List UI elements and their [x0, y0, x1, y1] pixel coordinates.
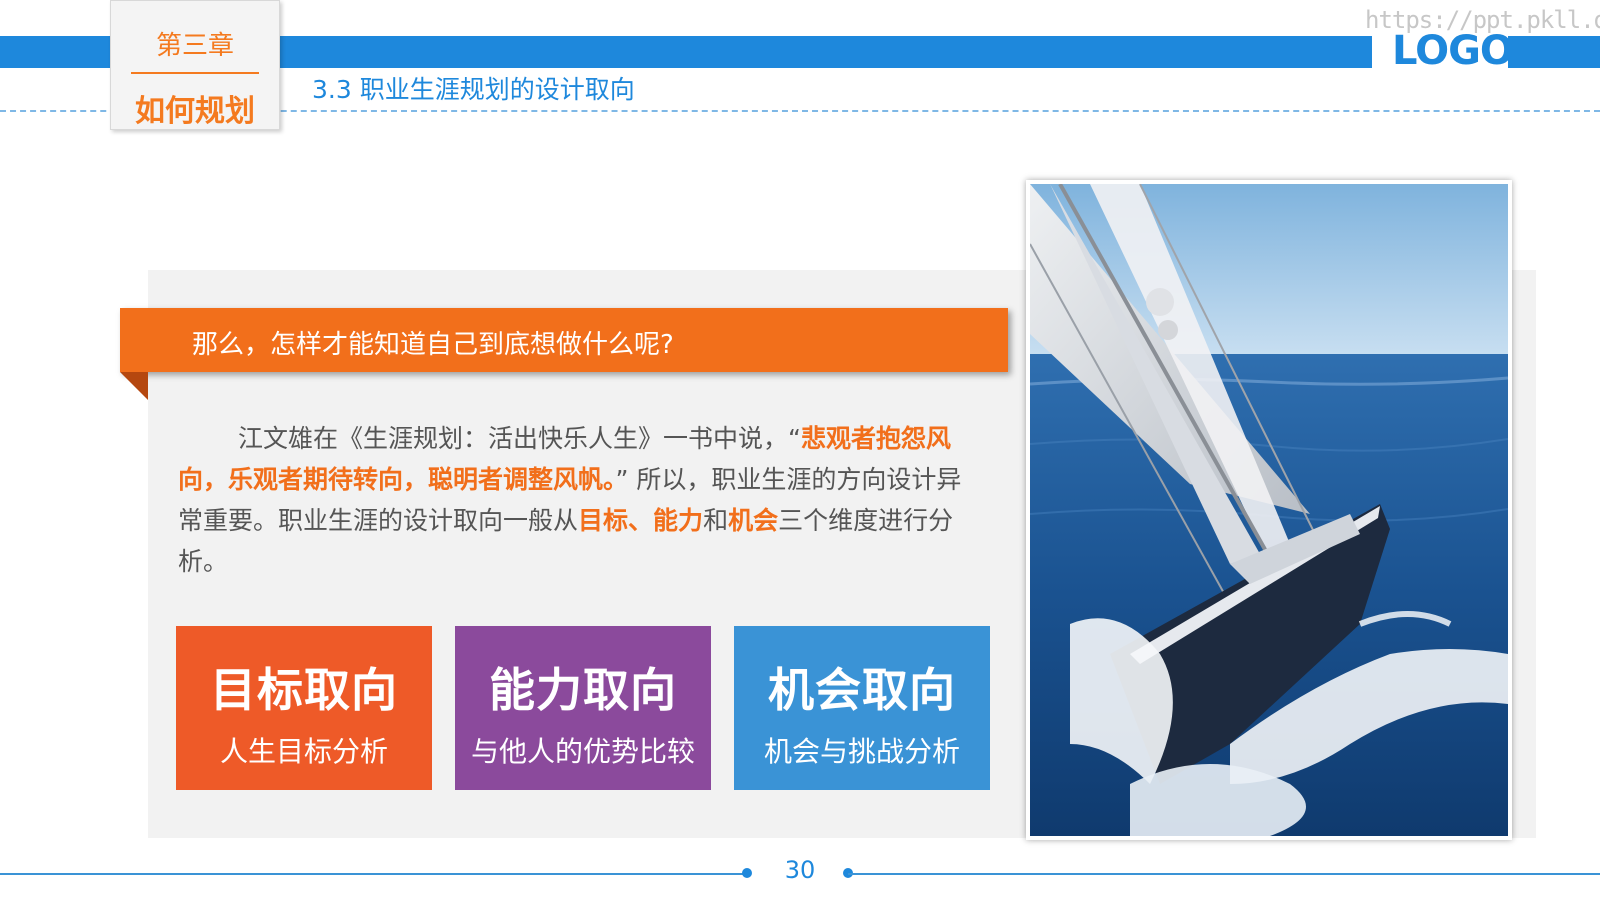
highlight-goal: 目标	[578, 506, 629, 535]
question-banner: 那么，怎样才能知道自己到底想做什么呢?	[120, 308, 1008, 372]
footer-dot-left	[742, 868, 752, 878]
logo: LOGO	[1392, 28, 1514, 74]
chapter-title: 如何规划	[135, 94, 255, 129]
chapter-number: 第三章	[155, 31, 234, 61]
footer-line-left	[0, 873, 746, 875]
question-text: 那么，怎样才能知道自己到底想做什么呢?	[192, 330, 674, 360]
paragraph-text-1: 江文雄在《生涯规划：活出快乐人生》一书中说，“	[238, 424, 801, 453]
card-ability-subtitle: 与他人的优势比较	[470, 735, 695, 768]
section-title: 3.3 职业生涯规划的设计取向	[312, 75, 635, 104]
highlight-ability: 能力	[653, 506, 704, 535]
body-paragraph: 江文雄在《生涯规划：活出快乐人生》一书中说，“悲观者抱怨风向，乐观者期待转向，聪…	[178, 418, 968, 582]
chapter-tab: 第三章 如何规划	[110, 0, 280, 130]
sailboat-photo	[1026, 180, 1512, 840]
chapter-divider	[131, 72, 259, 74]
card-ability: 能力取向 与他人的优势比较	[455, 626, 711, 790]
footer-line-right	[848, 873, 1600, 875]
card-ability-title: 能力取向	[489, 663, 677, 717]
header-bar-right	[1508, 36, 1600, 68]
highlight-chance: 机会	[728, 506, 779, 535]
card-chance-title: 机会取向	[768, 663, 956, 717]
highlight-separator: 、	[628, 506, 654, 535]
card-chance: 机会取向 机会与挑战分析	[734, 626, 990, 790]
card-goal-subtitle: 人生目标分析	[219, 735, 388, 768]
card-chance-subtitle: 机会与挑战分析	[763, 735, 960, 768]
banner-fold	[120, 372, 148, 400]
paragraph-conjunction: 和	[703, 506, 729, 535]
card-goal: 目标取向 人生目标分析	[176, 626, 432, 790]
page-number: 30	[784, 856, 816, 884]
sailboat-icon	[1030, 184, 1508, 836]
card-goal-title: 目标取向	[210, 663, 398, 717]
